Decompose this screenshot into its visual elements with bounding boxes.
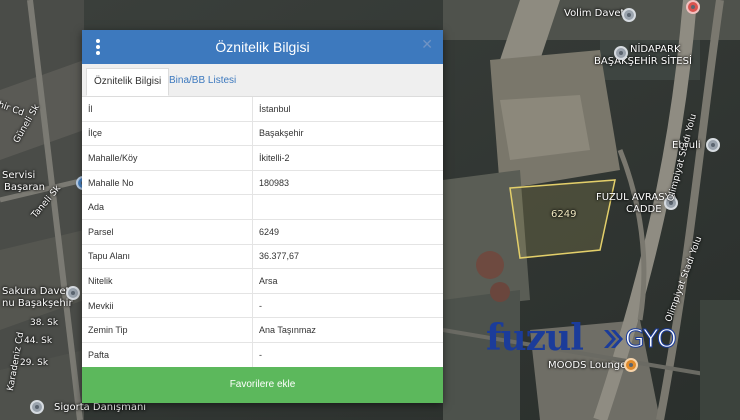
place-pin-icon[interactable] <box>30 400 44 414</box>
map-label-volim: Volim Davet <box>564 8 625 19</box>
table-row: Ada <box>82 194 443 220</box>
attribute-value: İstanbul <box>252 97 443 122</box>
attribute-label: İlçe <box>82 121 253 147</box>
table-row: Pafta - <box>82 342 443 368</box>
attribute-value: - <box>252 342 443 368</box>
table-row: Mahalle/Köy İkitelli-2 <box>82 145 443 171</box>
attribute-value: - <box>252 293 443 319</box>
attribute-table: İl İstanbul İlçe Başakşehir Mahalle/Köy İkite… <box>82 97 443 368</box>
parcel-number-label: 6249 <box>551 209 577 220</box>
place-pin-icon[interactable] <box>624 358 638 372</box>
attribute-value: İkitelli-2 <box>252 145 443 171</box>
map-label-sakura: Sakura Davet <box>2 286 70 297</box>
tab-building-list[interactable]: Bina/BB Listesi <box>162 68 243 96</box>
place-pin-icon[interactable] <box>706 138 720 152</box>
table-row: Mahalle No 180983 <box>82 170 443 196</box>
map-label-cadde: CADDE <box>626 204 662 215</box>
attribute-label: Mevkii <box>82 293 253 319</box>
watermark-brand-text: fuzul <box>486 317 584 359</box>
attribute-label: Parsel <box>82 219 253 245</box>
map-label-nidapark: NİDAPARK <box>630 44 681 55</box>
street-label: 38. Sk <box>30 318 59 328</box>
map-label-moods: MOODS Lounge <box>548 360 627 371</box>
attribute-label: Pafta <box>82 342 253 368</box>
place-pin-icon[interactable] <box>686 0 700 14</box>
attribute-label: İl <box>82 97 253 122</box>
table-row: Tapu Alanı 36.377,67 <box>82 244 443 270</box>
table-row: Zemin Tip Ana Taşınmaz <box>82 317 443 343</box>
table-row: İlçe Başakşehir <box>82 121 443 147</box>
attribute-label: Ada <box>82 194 253 220</box>
table-row: Parsel 6249 <box>82 219 443 245</box>
map-label-servisi: Servisi <box>2 170 36 181</box>
panel-tabs: Öznitelik Bilgisi Bina/BB Listesi <box>82 64 443 97</box>
double-chevron-icon <box>604 330 623 348</box>
attribute-value: 6249 <box>252 219 443 245</box>
street-label: 29. Sk <box>20 358 49 368</box>
place-pin-icon[interactable] <box>622 8 636 22</box>
watermark-suffix-text: GYO <box>625 324 678 354</box>
panel-header: Öznitelik Bilgisi ✕ <box>82 30 443 64</box>
table-row: Mevkii - <box>82 293 443 319</box>
attribute-label: Tapu Alanı <box>82 244 253 270</box>
attribute-label: Mahalle/Köy <box>82 145 253 171</box>
street-label: 44. Sk <box>24 336 53 346</box>
place-pin-icon[interactable] <box>66 286 80 300</box>
attribute-value: 36.377,67 <box>252 244 443 270</box>
tab-attribute-info[interactable]: Öznitelik Bilgisi <box>86 68 170 96</box>
table-row: Nitelik Arsa <box>82 268 443 294</box>
map-label-bahcesehir: nu Başakşehir <box>2 298 73 309</box>
map-label-basaran: Başaran <box>4 182 45 193</box>
close-icon[interactable]: ✕ <box>421 37 433 53</box>
table-row: İl İstanbul <box>82 97 443 122</box>
attribute-value: Arsa <box>252 268 443 294</box>
map-label-sigorta: Sigorta Danışmanı <box>54 402 147 413</box>
attribute-label: Zemin Tip <box>82 317 253 343</box>
attribute-value: Ana Taşınmaz <box>252 317 443 343</box>
attribute-value: Başakşehir <box>252 121 443 147</box>
attribute-info-panel: Öznitelik Bilgisi ✕ Öznitelik Bilgisi Bi… <box>82 30 443 403</box>
place-pin-icon[interactable] <box>614 46 628 60</box>
attribute-value <box>252 194 443 220</box>
attribute-label: Mahalle No <box>82 170 253 196</box>
add-to-favorites-button[interactable]: Favorilere ekle <box>82 367 443 403</box>
attribute-label: Nitelik <box>82 268 253 294</box>
panel-title: Öznitelik Bilgisi <box>215 39 310 55</box>
attribute-value: 180983 <box>252 170 443 196</box>
map-label-basaksehir-sitesi: BAŞAKŞEHİR SİTESİ <box>594 56 692 67</box>
